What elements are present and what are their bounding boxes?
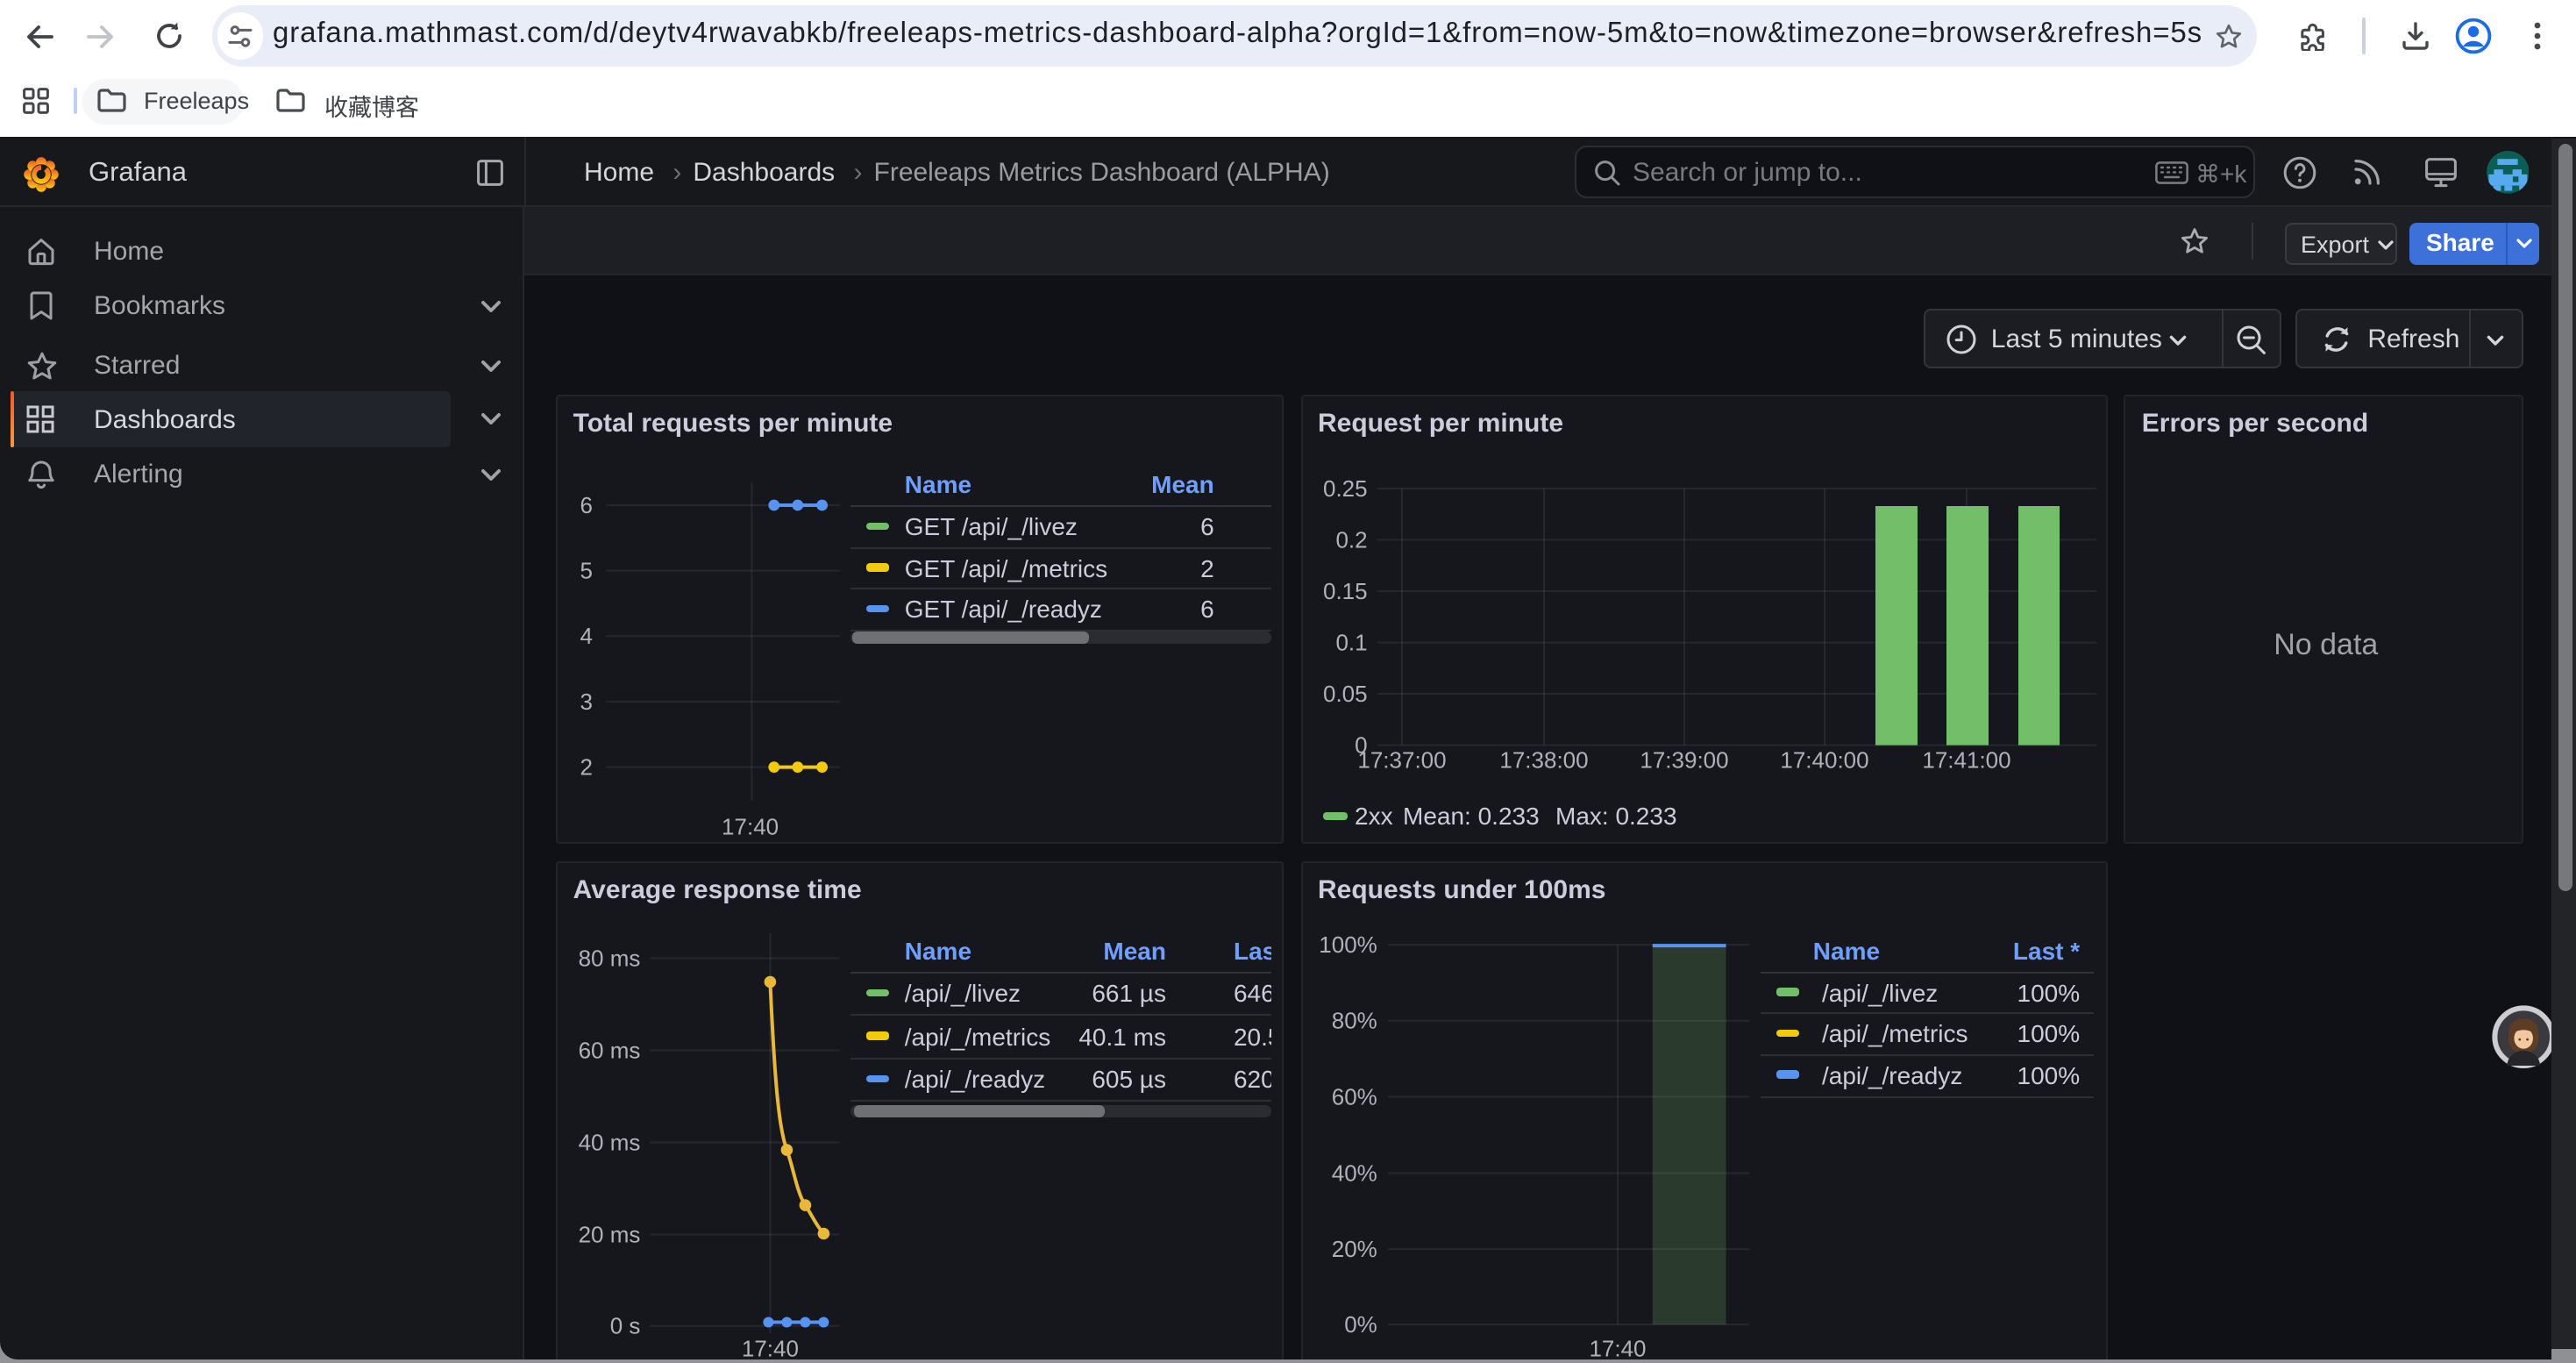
- svg-text:17:41:00: 17:41:00: [1921, 746, 2010, 773]
- svg-text:2: 2: [580, 753, 592, 780]
- svg-text:3: 3: [580, 688, 592, 714]
- svg-text:60 ms: 60 ms: [578, 1037, 640, 1063]
- svg-text:0.15: 0.15: [1322, 577, 1367, 603]
- svg-text:20 ms: 20 ms: [578, 1221, 640, 1247]
- svg-text:60%: 60%: [1331, 1083, 1377, 1110]
- svg-text:80 ms: 80 ms: [578, 945, 640, 971]
- svg-text:40 ms: 40 ms: [578, 1129, 640, 1155]
- svg-text:2xx: 2xx: [1354, 802, 1392, 829]
- svg-text:0 s: 0 s: [609, 1312, 640, 1338]
- svg-text:Max: 0.233: Max: 0.233: [1555, 802, 1676, 829]
- svg-text:0.05: 0.05: [1322, 680, 1367, 706]
- svg-text:80%: 80%: [1331, 1007, 1377, 1033]
- svg-text:Mean: 0.233: Mean: 0.233: [1402, 802, 1539, 829]
- svg-text:17:39:00: 17:39:00: [1639, 746, 1727, 773]
- svg-text:40%: 40%: [1331, 1160, 1377, 1186]
- svg-text:17:37:00: 17:37:00: [1356, 746, 1445, 773]
- svg-text:100%: 100%: [1318, 931, 1377, 958]
- svg-text:17:40: 17:40: [741, 1335, 798, 1359]
- svg-text:20%: 20%: [1331, 1236, 1377, 1262]
- svg-text:4: 4: [580, 622, 592, 648]
- svg-text:17:38:00: 17:38:00: [1498, 746, 1587, 773]
- svg-text:0%: 0%: [1343, 1311, 1377, 1338]
- svg-text:0.25: 0.25: [1322, 475, 1367, 501]
- svg-text:17:40: 17:40: [722, 813, 779, 839]
- svg-text:17:40:00: 17:40:00: [1779, 746, 1868, 773]
- svg-text:5: 5: [580, 557, 592, 583]
- svg-text:17:40: 17:40: [1588, 1335, 1645, 1359]
- svg-text:6: 6: [580, 491, 592, 517]
- svg-text:0.2: 0.2: [1334, 526, 1366, 553]
- svg-text:0.1: 0.1: [1334, 629, 1366, 655]
